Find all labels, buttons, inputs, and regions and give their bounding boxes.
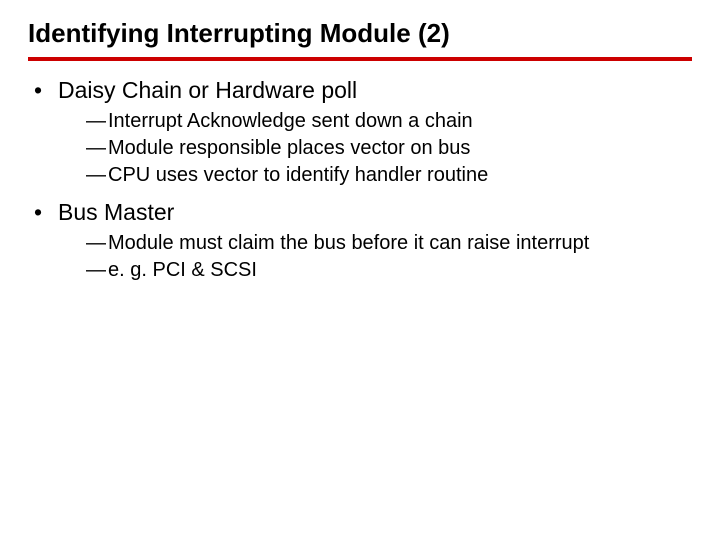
sub-item: Module must claim the bus before it can …	[86, 230, 692, 257]
sub-list: Module must claim the bus before it can …	[58, 230, 692, 284]
slide: Identifying Interrupting Module (2) Dais…	[0, 0, 720, 540]
slide-title: Identifying Interrupting Module (2)	[28, 18, 692, 61]
bullet-text: Bus Master	[58, 199, 174, 225]
sub-item: e. g. PCI & SCSI	[86, 257, 692, 284]
bullet-item: Bus Master Module must claim the bus bef…	[28, 197, 692, 284]
sub-item: CPU uses vector to identify handler rout…	[86, 162, 692, 189]
sub-text: Module must claim the bus before it can …	[108, 232, 589, 254]
sub-item: Interrupt Acknowledge sent down a chain	[86, 108, 692, 135]
bullet-text: Daisy Chain or Hardware poll	[58, 77, 357, 103]
bullet-list: Daisy Chain or Hardware poll Interrupt A…	[28, 75, 692, 284]
sub-item: Module responsible places vector on bus	[86, 135, 692, 162]
sub-list: Interrupt Acknowledge sent down a chain …	[58, 108, 692, 189]
bullet-item: Daisy Chain or Hardware poll Interrupt A…	[28, 75, 692, 189]
sub-text: e. g. PCI & SCSI	[108, 259, 257, 281]
sub-text: Interrupt Acknowledge sent down a chain	[108, 110, 473, 132]
sub-text: Module responsible places vector on bus	[108, 137, 470, 159]
sub-text: CPU uses vector to identify handler rout…	[108, 164, 488, 186]
